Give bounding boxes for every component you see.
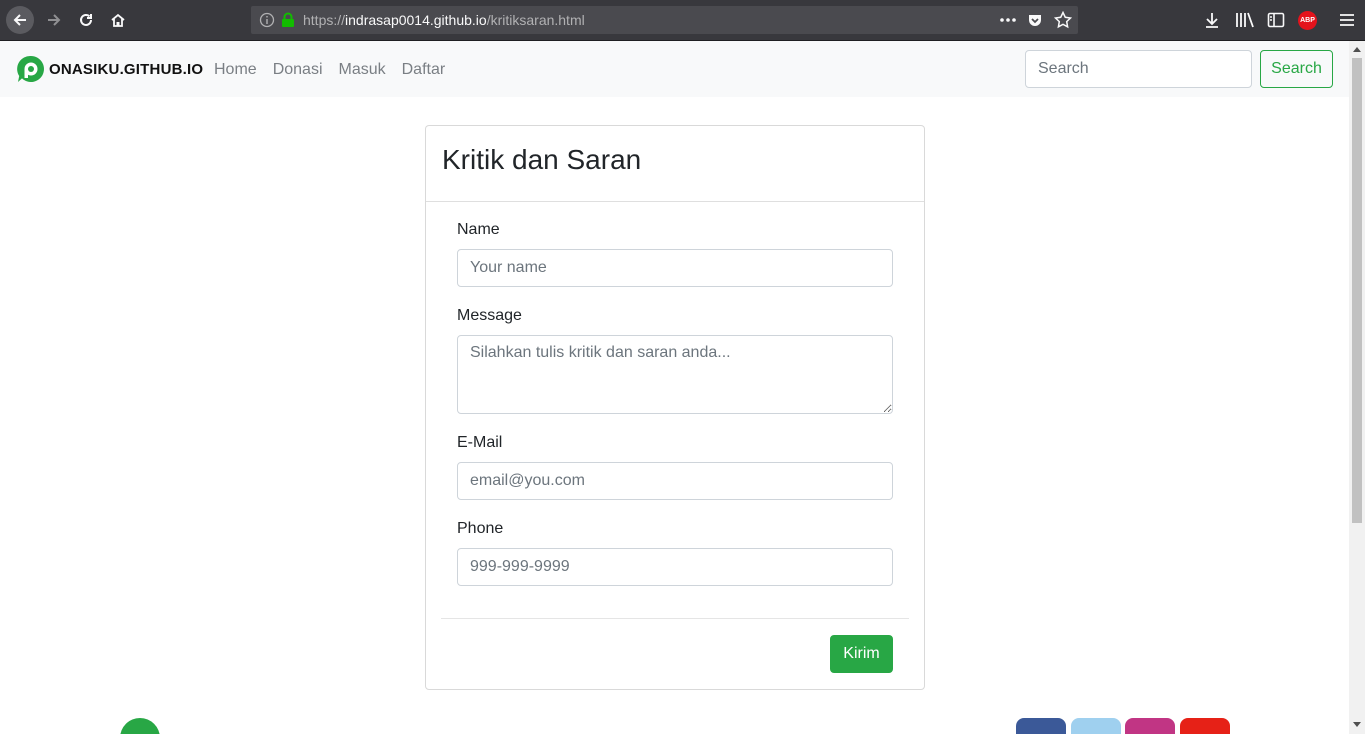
search-button[interactable]: Search <box>1260 50 1333 88</box>
home-icon <box>111 13 125 27</box>
page-title: Kritik dan Saran <box>442 144 642 175</box>
scroll-up-icon[interactable] <box>1353 47 1361 52</box>
footer-logo-icon <box>120 718 160 734</box>
nav-link-donasi[interactable]: Donasi <box>273 61 323 79</box>
phone-label: Phone <box>457 520 504 537</box>
phone-field[interactable] <box>457 548 893 586</box>
scroll-down-icon[interactable] <box>1353 722 1361 727</box>
brand[interactable]: ONASIKU.GITHUB.IO <box>15 55 203 83</box>
nav-link-masuk[interactable]: Masuk <box>339 61 386 79</box>
logo-icon <box>17 55 44 82</box>
sidebar-toggle-icon[interactable] <box>1267 11 1285 29</box>
form-divider <box>441 618 909 619</box>
url-path: /kritiksaran.html <box>486 12 585 28</box>
feedback-card: Kritik dan Saran Name Message E-Mail Pho… <box>425 125 925 690</box>
card-header: Kritik dan Saran <box>426 126 924 202</box>
page-scrollbar[interactable] <box>1349 41 1365 734</box>
address-bar[interactable]: https://indrasap0014.github.io/kritiksar… <box>251 6 1078 34</box>
reload-button[interactable] <box>72 6 100 34</box>
url-host: indrasap0014.github.io <box>345 12 487 28</box>
instagram-icon[interactable] <box>1125 718 1175 734</box>
site-navbar: ONASIKU.GITHUB.IO Home Donasi Masuk Daft… <box>0 41 1349 97</box>
home-button[interactable] <box>104 6 132 34</box>
url-prefix: https:// <box>303 12 346 28</box>
hamburger-menu-icon[interactable] <box>1339 11 1355 29</box>
nav-link-daftar[interactable]: Daftar <box>402 61 446 79</box>
reload-icon <box>80 13 92 26</box>
name-label: Name <box>457 221 500 238</box>
bookmark-star-icon[interactable] <box>1054 11 1072 29</box>
page-actions-icon[interactable] <box>999 12 1017 28</box>
brand-text: ONASIKU.GITHUB.IO <box>49 60 204 78</box>
search-input[interactable] <box>1025 50 1252 88</box>
scrollbar-thumb[interactable] <box>1352 58 1362 523</box>
lock-icon[interactable] <box>281 12 295 28</box>
facebook-icon[interactable] <box>1016 718 1066 734</box>
url-text: https://indrasap0014.github.io/kritiksar… <box>303 12 585 28</box>
arrow-left-icon <box>13 14 26 26</box>
browser-toolbar: https://indrasap0014.github.io/kritiksar… <box>0 0 1365 41</box>
info-icon[interactable] <box>259 12 275 28</box>
pocket-icon[interactable] <box>1027 12 1043 28</box>
message-label: Message <box>457 307 522 324</box>
email-label: E-Mail <box>457 434 503 451</box>
submit-button[interactable]: Kirim <box>830 635 893 673</box>
back-button[interactable] <box>6 6 34 34</box>
nav-links: Home Donasi Masuk Daftar <box>214 61 445 79</box>
forward-button[interactable] <box>40 6 68 34</box>
adblock-plus-icon[interactable]: ABP <box>1298 11 1317 30</box>
email-field[interactable] <box>457 462 893 500</box>
twitter-icon[interactable] <box>1071 718 1121 734</box>
youtube-icon[interactable] <box>1180 718 1230 734</box>
library-icon[interactable] <box>1235 11 1255 29</box>
download-icon[interactable] <box>1203 11 1221 29</box>
arrow-right-icon <box>48 14 61 26</box>
name-field[interactable] <box>457 249 893 287</box>
message-field[interactable] <box>457 335 893 414</box>
nav-link-home[interactable]: Home <box>214 61 257 79</box>
